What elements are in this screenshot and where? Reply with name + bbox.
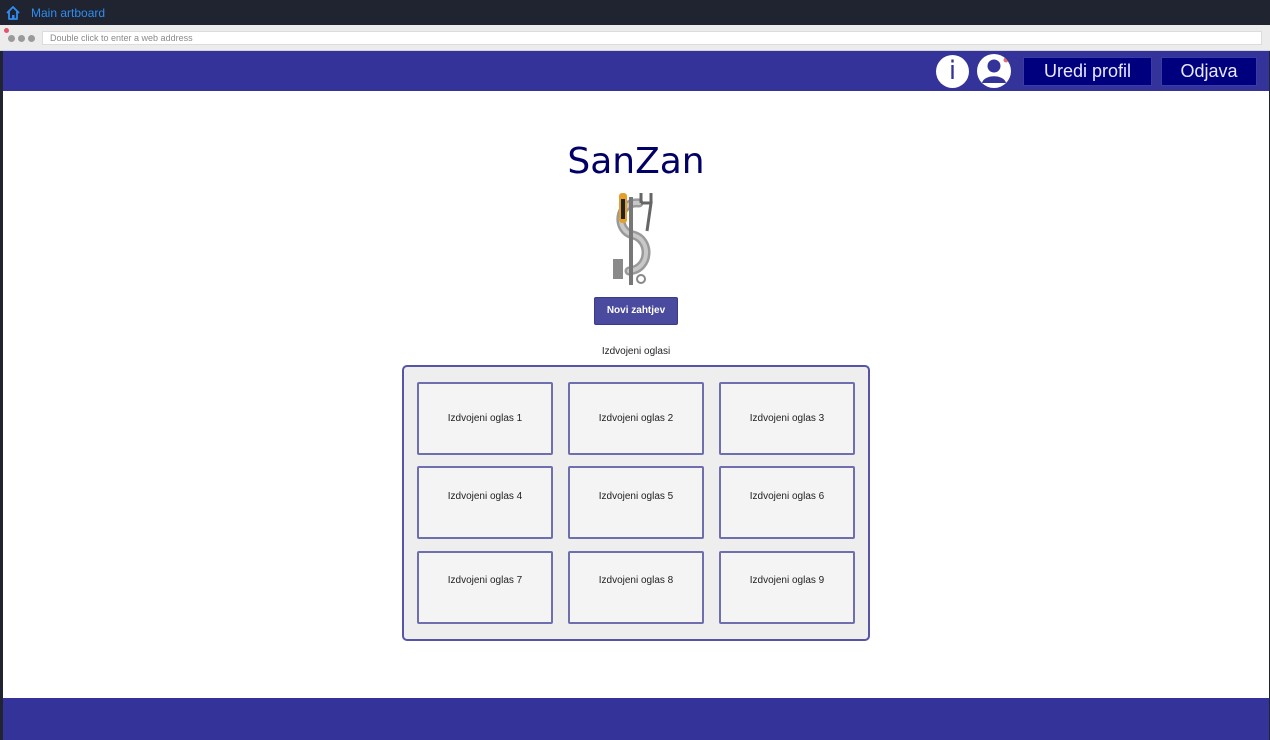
window-dot-icon[interactable] [28, 35, 35, 42]
logout-button[interactable]: Odjava [1161, 57, 1257, 86]
window-controls [8, 35, 35, 42]
user-avatar-button[interactable] [977, 54, 1011, 88]
featured-card-6[interactable]: Izdvojeni oglas 6 [719, 466, 855, 539]
card-label: Izdvojeni oglas 3 [749, 413, 825, 424]
app-title-bar: Main artboard [0, 0, 1270, 25]
featured-card-2[interactable]: Izdvojeni oglas 2 [568, 382, 704, 455]
web-page: i Uredi profil Odjava SanZan Novi zahtje… [3, 51, 1269, 740]
featured-card-3[interactable]: Izdvojeni oglas 3 [719, 382, 855, 455]
featured-card-5[interactable]: Izdvojeni oglas 5 [568, 466, 704, 539]
window-dot-icon[interactable] [18, 35, 25, 42]
card-label: Izdvojeni oglas 5 [598, 491, 674, 502]
artboard-title[interactable]: Main artboard [31, 6, 105, 20]
card-label: Izdvojeni oglas 4 [447, 491, 523, 502]
card-label: Izdvojeni oglas 8 [598, 575, 674, 586]
featured-card-4[interactable]: Izdvojeni oglas 4 [417, 466, 553, 539]
close-dot-icon[interactable] [4, 28, 9, 33]
browser-chrome: Double click to enter a web address [0, 25, 1270, 51]
info-button[interactable]: i [936, 55, 969, 88]
edit-profile-button[interactable]: Uredi profil [1023, 57, 1152, 86]
featured-card-7[interactable]: Izdvojeni oglas 7 [417, 551, 553, 624]
card-label: Izdvojeni oglas 2 [598, 413, 674, 424]
featured-heading: Izdvojeni oglasi [601, 346, 671, 357]
page-footer [3, 698, 1269, 740]
new-request-button[interactable]: Novi zahtjev [594, 297, 678, 325]
address-bar[interactable]: Double click to enter a web address [42, 31, 1262, 45]
site-title: SanZan [567, 141, 705, 182]
featured-card-8[interactable]: Izdvojeni oglas 8 [568, 551, 704, 624]
card-label: Izdvojeni oglas 9 [749, 575, 825, 586]
card-label: Izdvojeni oglas 6 [749, 491, 825, 502]
featured-panel: Izdvojeni oglas 1 Izdvojeni oglas 2 Izdv… [402, 365, 870, 641]
plumbing-logo-icon [613, 193, 653, 285]
window-dot-icon[interactable] [8, 35, 15, 42]
home-icon[interactable] [5, 5, 21, 21]
card-label: Izdvojeni oglas 1 [447, 413, 523, 424]
featured-card-9[interactable]: Izdvojeni oglas 9 [719, 551, 855, 624]
user-icon [982, 57, 1009, 83]
featured-card-1[interactable]: Izdvojeni oglas 1 [417, 382, 553, 455]
card-label: Izdvojeni oglas 7 [447, 575, 523, 586]
top-navbar: i Uredi profil Odjava [3, 51, 1269, 91]
